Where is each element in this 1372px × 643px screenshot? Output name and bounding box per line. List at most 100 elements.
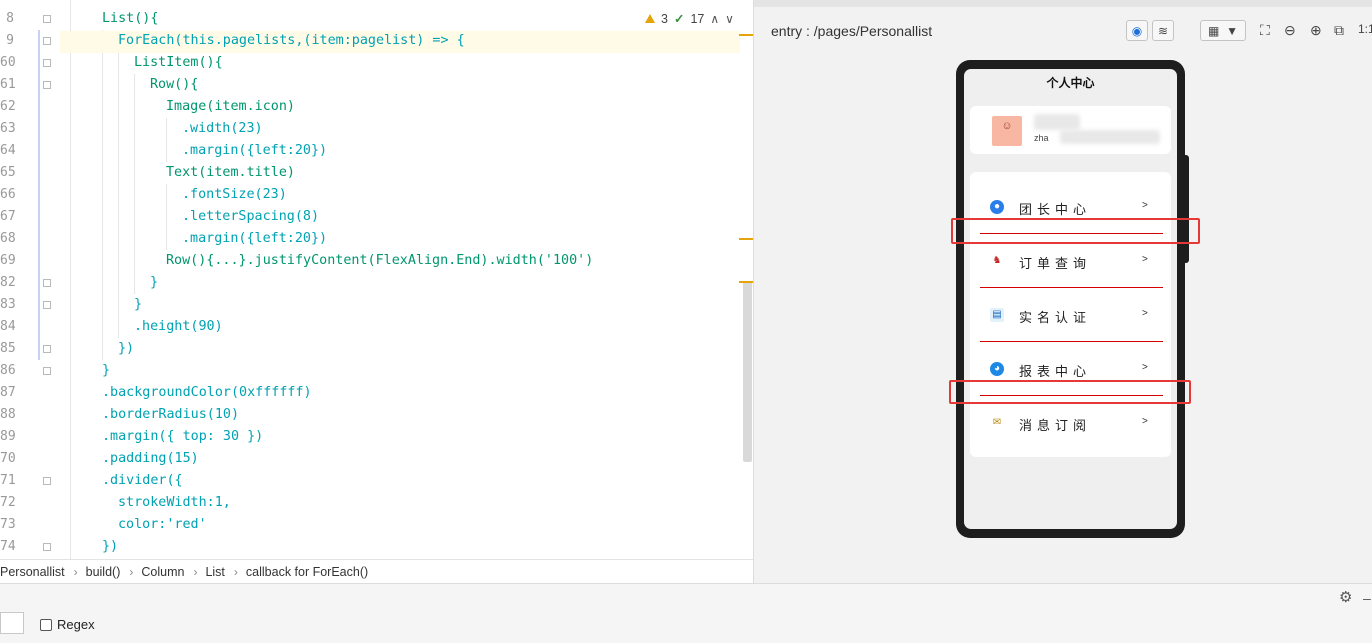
code-line[interactable]: .margin({ top: 30 })	[102, 426, 263, 448]
indent-guide	[118, 52, 119, 338]
order-icon: ♞	[990, 254, 1004, 268]
fold-toggle-icon[interactable]	[43, 279, 51, 287]
code-editor[interactable]: 8 9 60 61 62 63 64 65 66 67 68 69 82 83 84 85 86 87 88 89 70…	[0, 0, 753, 559]
line-number: 89	[0, 429, 16, 444]
find-bar	[0, 583, 1372, 643]
code-line[interactable]: ListItem(){	[134, 52, 223, 74]
code-line[interactable]: .width(23)	[182, 118, 263, 140]
code-line[interactable]: })	[118, 338, 134, 360]
phone-screen[interactable]: 个人中心 ☺ zha ● 团长中心 > ♞ 订单查询 > ▤ 实名认证 > ◕ …	[964, 69, 1177, 529]
indent-guide	[70, 0, 71, 559]
line-number: 82	[0, 275, 16, 290]
rotate-icon[interactable]: ⧉	[1334, 22, 1344, 39]
line-number: 63	[0, 121, 16, 136]
menu-item[interactable]: ▤ 实名认证 >	[970, 290, 1171, 344]
menu-item[interactable]: ♞ 订单查询 >	[970, 236, 1171, 290]
breadcrumb-item[interactable]: List	[205, 565, 229, 579]
line-number: 83	[0, 297, 16, 312]
scroll-marker[interactable]	[739, 34, 753, 36]
warning-icon	[645, 14, 655, 23]
line-number: 71	[0, 473, 16, 488]
fold-toggle-icon[interactable]	[43, 367, 51, 375]
code-line[interactable]: .borderRadius(10)	[102, 404, 239, 426]
ratio-label[interactable]: 1:1	[1358, 22, 1372, 36]
line-number: 62	[0, 99, 16, 114]
divider	[980, 341, 1163, 342]
line-number: 72	[0, 495, 16, 510]
menu-label: 实名认证	[1019, 311, 1092, 326]
menu-item[interactable]: ✉ 消息订阅 >	[970, 398, 1171, 452]
indent-guide	[166, 118, 167, 162]
menu-label: 订单查询	[1019, 257, 1092, 272]
line-number-gutter: 8 9 60 61 62 63 64 65 66 67 68 69 82 83 84 85 86 87 88 89 70…	[0, 0, 60, 559]
code-line[interactable]: Row(){...}.justifyContent(FlexAlign.End)…	[166, 250, 593, 272]
chevron-right-icon: >	[1142, 254, 1148, 265]
scroll-marker[interactable]	[739, 238, 753, 240]
inspection-status[interactable]: 3 ✓ 17 ∧ ∨	[645, 11, 734, 26]
fold-toggle-icon[interactable]	[43, 15, 51, 23]
previewer-toolbar: entry : /pages/Personallist ◉ ≋ ▦ ▼ ⛶ ⊖ …	[754, 0, 1372, 46]
code-line[interactable]: List(){	[102, 8, 158, 30]
change-marker	[38, 30, 40, 360]
avatar-face-icon: ☺	[1001, 120, 1013, 132]
breadcrumb-item[interactable]: build()	[86, 565, 126, 579]
menu-label: 消息订阅	[1019, 419, 1092, 434]
code-line[interactable]: }	[102, 360, 110, 382]
code-line[interactable]: .letterSpacing(8)	[182, 206, 319, 228]
code-line[interactable]: .padding(15)	[102, 448, 199, 470]
fold-toggle-icon[interactable]	[43, 37, 51, 45]
line-number: 68	[0, 231, 16, 246]
code-line[interactable]: .margin({left:20})	[182, 228, 327, 250]
regex-checkbox[interactable]	[40, 619, 52, 631]
fold-toggle-icon[interactable]	[43, 345, 51, 353]
code-line[interactable]: .margin({left:20})	[182, 140, 327, 162]
zoom-out-icon[interactable]: ⊖	[1284, 22, 1296, 39]
code-line[interactable]: Row(){	[150, 74, 198, 96]
code-line[interactable]: .fontSize(23)	[182, 184, 287, 206]
code-line[interactable]: .divider({	[102, 470, 183, 492]
zoom-in-icon[interactable]: ⊕	[1310, 22, 1322, 39]
breadcrumb-item[interactable]: Column	[141, 565, 189, 579]
highlight-box	[949, 380, 1191, 404]
code-line[interactable]: ForEach(this.pagelists,(item:pagelist) =…	[118, 30, 465, 52]
profile-card[interactable]: ☺ zha	[970, 106, 1171, 154]
fit-screen-icon[interactable]: ⛶	[1260, 22, 1270, 39]
fold-toggle-icon[interactable]	[43, 301, 51, 309]
report-icon: ◕	[990, 362, 1004, 376]
line-number: 73	[0, 517, 16, 532]
find-input[interactable]	[0, 612, 24, 634]
scroll-marker[interactable]	[739, 281, 753, 283]
fold-toggle-icon[interactable]	[43, 543, 51, 551]
breadcrumb-separator-icon: ›	[129, 565, 134, 579]
code-line[interactable]: })	[102, 536, 118, 558]
code-line[interactable]: .backgroundColor(0xffffff)	[102, 382, 312, 404]
inspect-icon: ◉	[1131, 23, 1143, 38]
layers-button[interactable]: ≋	[1152, 20, 1174, 41]
inspector-toggle-button[interactable]: ◉	[1126, 20, 1148, 41]
code-line[interactable]: }	[150, 272, 158, 294]
gear-icon[interactable]: ⚙	[1339, 588, 1352, 606]
code-line[interactable]: Image(item.icon)	[166, 96, 295, 118]
breadcrumb-item[interactable]: Personallist	[0, 565, 70, 579]
line-number: 65	[0, 165, 16, 180]
code-line[interactable]: color:'red'	[118, 514, 207, 536]
fold-toggle-icon[interactable]	[43, 81, 51, 89]
device-layout-dropdown[interactable]: ▦ ▼	[1200, 20, 1246, 41]
editor-scrollbar-thumb[interactable]	[743, 282, 752, 462]
avatar: ☺	[992, 116, 1022, 146]
code-line[interactable]: }	[134, 294, 142, 316]
prev-problem-icon[interactable]: ∧	[710, 12, 719, 26]
code-line[interactable]: strokeWidth:1,	[118, 492, 231, 514]
line-number: 88	[0, 407, 16, 422]
chevron-right-icon: >	[1142, 200, 1148, 211]
fold-toggle-icon[interactable]	[43, 59, 51, 67]
indent-guide	[134, 74, 135, 294]
code-line[interactable]: .height(90)	[134, 316, 223, 338]
chevron-right-icon: >	[1142, 362, 1148, 373]
minimize-icon[interactable]: –	[1363, 590, 1371, 606]
next-problem-icon[interactable]: ∨	[725, 12, 734, 26]
line-number: 67	[0, 209, 16, 224]
fold-toggle-icon[interactable]	[43, 477, 51, 485]
breadcrumb-item[interactable]: callback for ForEach()	[246, 565, 373, 579]
code-line[interactable]: Text(item.title)	[166, 162, 295, 184]
